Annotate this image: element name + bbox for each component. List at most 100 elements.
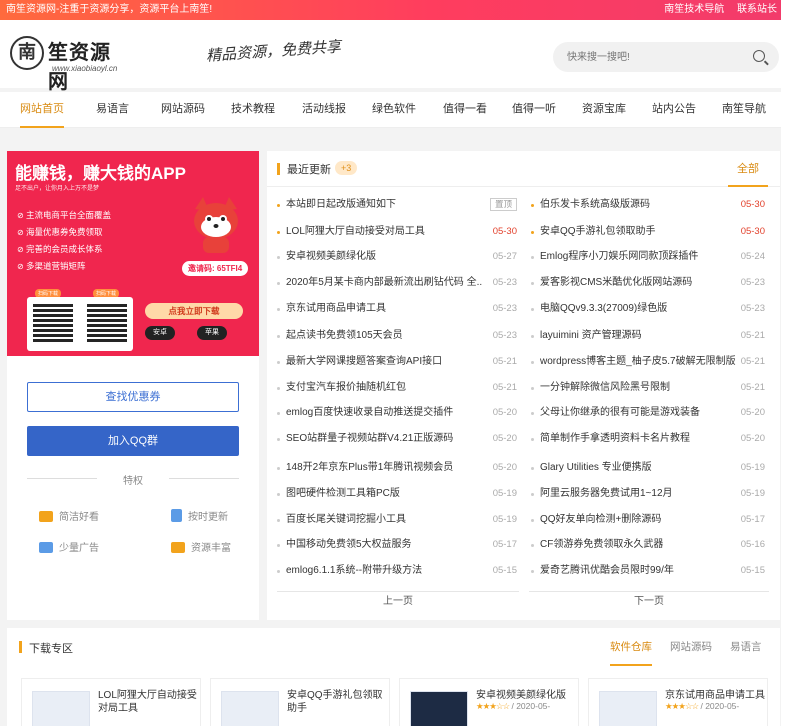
perk-item: 简洁好看 [39,508,99,523]
tab-all[interactable]: 全部 [728,151,768,187]
list-item[interactable]: Emlog程序小刀娱乐网同款顶踩插件 05-24 [531,249,765,265]
list-item-title: 中国移动免费领5大权益服务 [286,539,412,550]
list-item[interactable]: wordpress博客主题_柚子皮5.7破解无限制版 05-21 [531,354,765,370]
list-item[interactable]: 简单制作手拿透明资料卡名片教程 05-20 [531,431,765,447]
list-item[interactable]: LOL阿狸大厅自动接受对局工具 05-30 [277,224,517,240]
list-item-date: 05-24 [740,251,765,262]
tab-easy-language[interactable]: 易语言 [730,628,762,666]
nav-item-site-source[interactable]: 网站源码 [161,92,205,128]
list-item-title: 安卓视频美颜绿化版 [286,251,376,262]
card-meta: ★★★☆☆ / 2020-05- [476,701,551,711]
nav-item-tutorials[interactable]: 技术教程 [231,92,275,128]
list-item-title: 伯乐发卡系统高级版源码 [540,199,650,210]
search-input[interactable] [567,48,747,66]
list-item[interactable]: Glary Utilities 专业便携版 05-19 [531,460,765,476]
list-item-title: CF领游券免费领取永久武器 [540,539,664,550]
join-qq-group-button[interactable]: 加入QQ群 [27,426,239,456]
nav-item-home[interactable]: 网站首页 [20,92,64,128]
list-item[interactable]: 图吧硬件检测工具箱PC版 05-19 [277,486,517,502]
next-page-button[interactable]: 下一页 [529,591,769,611]
list-item[interactable]: 爱客影视CMS米酷优化版网站源码 05-23 [531,275,765,291]
download-card[interactable]: 安卓视频美颜绿化版 ★★★☆☆ / 2020-05- [399,678,579,726]
download-card[interactable]: LOL阿狸大厅自动接受对局工具 [21,678,201,726]
list-item-date: 05-30 [740,199,765,210]
bullet-icon [277,493,280,496]
list-item[interactable]: 148开2年京东Plus带1年腾讯视频会员 05-20 [277,460,517,476]
download-now-button[interactable]: 点我立即下载 [145,303,243,319]
perk-item: 少量广告 [39,539,99,554]
nav-item-worth-hearing[interactable]: 值得一听 [512,92,556,128]
nav-link-tech-navigation[interactable]: 南笙技术导航 [664,4,724,15]
list-item-title: SEO站群量子视频站群V4.21正版源码 [286,433,454,444]
list-item[interactable]: 支付宝汽车报价抽随机红包 05-21 [277,380,517,396]
list-item[interactable]: layuimini 资产管理源码 05-21 [531,328,765,344]
nav-item-announcements[interactable]: 站内公告 [652,92,696,128]
prev-page-button[interactable]: 上一页 [277,591,519,611]
list-item[interactable]: 电脑QQv9.3.3(27009)绿色版 05-23 [531,301,765,317]
list-item[interactable]: 一分钟解除微信风险黑号限制 05-21 [531,380,765,396]
card-thumbnail [32,691,90,726]
list-item[interactable]: 安卓视频美颜绿化版 05-27 [277,249,517,265]
list-item-date: 05-16 [740,539,765,550]
bullet-icon [277,544,280,547]
perk-item: 按时更新 [171,508,228,523]
list-item[interactable]: 安卓QQ手游礼包领取助手 05-30 [531,224,765,240]
search-icon[interactable] [753,50,765,62]
list-item[interactable]: 百度长尾关键词挖掘小工具 05-19 [277,512,517,528]
bullet-icon [277,438,280,441]
nav-item-worth-seeing[interactable]: 值得一看 [443,92,487,128]
card-meta: ★★★☆☆ / 2020-05- [665,701,740,711]
promo-feature: 多渠道营销矩阵 [17,258,111,275]
bullet-icon [277,467,280,470]
nav-item-resource-vault[interactable]: 资源宝库 [582,92,626,128]
download-card[interactable]: 京东试用商品申请工具 ★★★☆☆ / 2020-05- [588,678,768,726]
ad-icon [39,542,53,553]
nav-item-green-software[interactable]: 绿色软件 [372,92,416,128]
nav-item-nansheng-navigation[interactable]: 南笙导航 [722,92,766,128]
bullet-icon [531,256,534,259]
search-box [553,42,779,72]
list-item-title: Glary Utilities 专业便携版 [540,462,652,473]
list-item[interactable]: SEO站群量子视频站群V4.21正版源码 05-20 [277,431,517,447]
list-item[interactable]: 起点读书免费领105天会员 05-23 [277,328,517,344]
list-item[interactable]: 2020年5月某卡商内部最新流出刷钻代码 全... 05-23 [277,275,517,291]
list-item-date: 05-30 [740,226,765,237]
list-item-title: Emlog程序小刀娱乐网同款顶踩插件 [540,251,699,262]
list-item[interactable]: 父母让你继承的很有可能是游戏装备 05-20 [531,405,765,421]
bullet-icon [277,231,280,234]
bullet-icon [277,335,280,338]
ios-button[interactable]: 苹果 [197,326,227,340]
list-item-title: 148开2年京东Plus带1年腾讯视频会员 [286,462,454,473]
list-item[interactable]: QQ好友单向检测+删除源码 05-17 [531,512,765,528]
find-coupon-button[interactable]: 查找优惠券 [27,382,239,412]
list-item-date: 05-27 [492,251,517,262]
list-item[interactable]: 本站即日起改版通知如下 置顶 [277,197,517,213]
list-item[interactable]: 爱奇艺腾讯优酷会员限时99/年 05-15 [531,563,765,579]
tab-site-source[interactable]: 网站源码 [670,628,712,666]
list-item[interactable]: CF领游券免费领取永久武器 05-16 [531,537,765,553]
list-item[interactable]: 伯乐发卡系统高级版源码 05-30 [531,197,765,213]
list-item-title: 本站即日起改版通知如下 [286,199,396,210]
list-item-date: 05-20 [492,407,517,418]
list-item[interactable]: emlog6.1.1系统--附带升级方法 05-15 [277,563,517,579]
list-item-date: 05-23 [492,303,517,314]
bullet-icon [531,361,534,364]
list-item[interactable]: 最新大学网课搜题答案查询API接口 05-21 [277,354,517,370]
promo-title: 能赚钱，赚大钱的APP [15,164,186,183]
list-item-date: 05-17 [740,514,765,525]
site-logo[interactable]: 南 笙资源网 www.xiaobiaoyl.cn [10,34,130,93]
android-button[interactable]: 安卓 [145,326,175,340]
list-item-title: 最新大学网课搜题答案查询API接口 [286,356,443,367]
list-item-date: 05-21 [492,382,517,393]
list-item[interactable]: 中国移动免费领5大权益服务 05-17 [277,537,517,553]
nav-item-easy-language[interactable]: 易语言 [96,92,129,128]
contact-admin-link[interactable]: 联系站长 [737,4,777,15]
list-item[interactable]: 京东试用商品申请工具 05-23 [277,301,517,317]
download-card[interactable]: 安卓QQ手游礼包领取助手 [210,678,390,726]
bullet-icon [531,308,534,311]
nav-item-activities[interactable]: 活动线报 [302,92,346,128]
tab-software[interactable]: 软件仓库 [610,628,652,666]
app-promo-banner[interactable]: 能赚钱，赚大钱的APP 足不出户，让你月入上万不是梦 主流电商平台全面覆盖 海量… [7,151,259,356]
list-item[interactable]: emlog百度快速收录自动推送提交插件 05-20 [277,405,517,421]
list-item[interactable]: 阿里云服务器免费试用1~12月 05-19 [531,486,765,502]
